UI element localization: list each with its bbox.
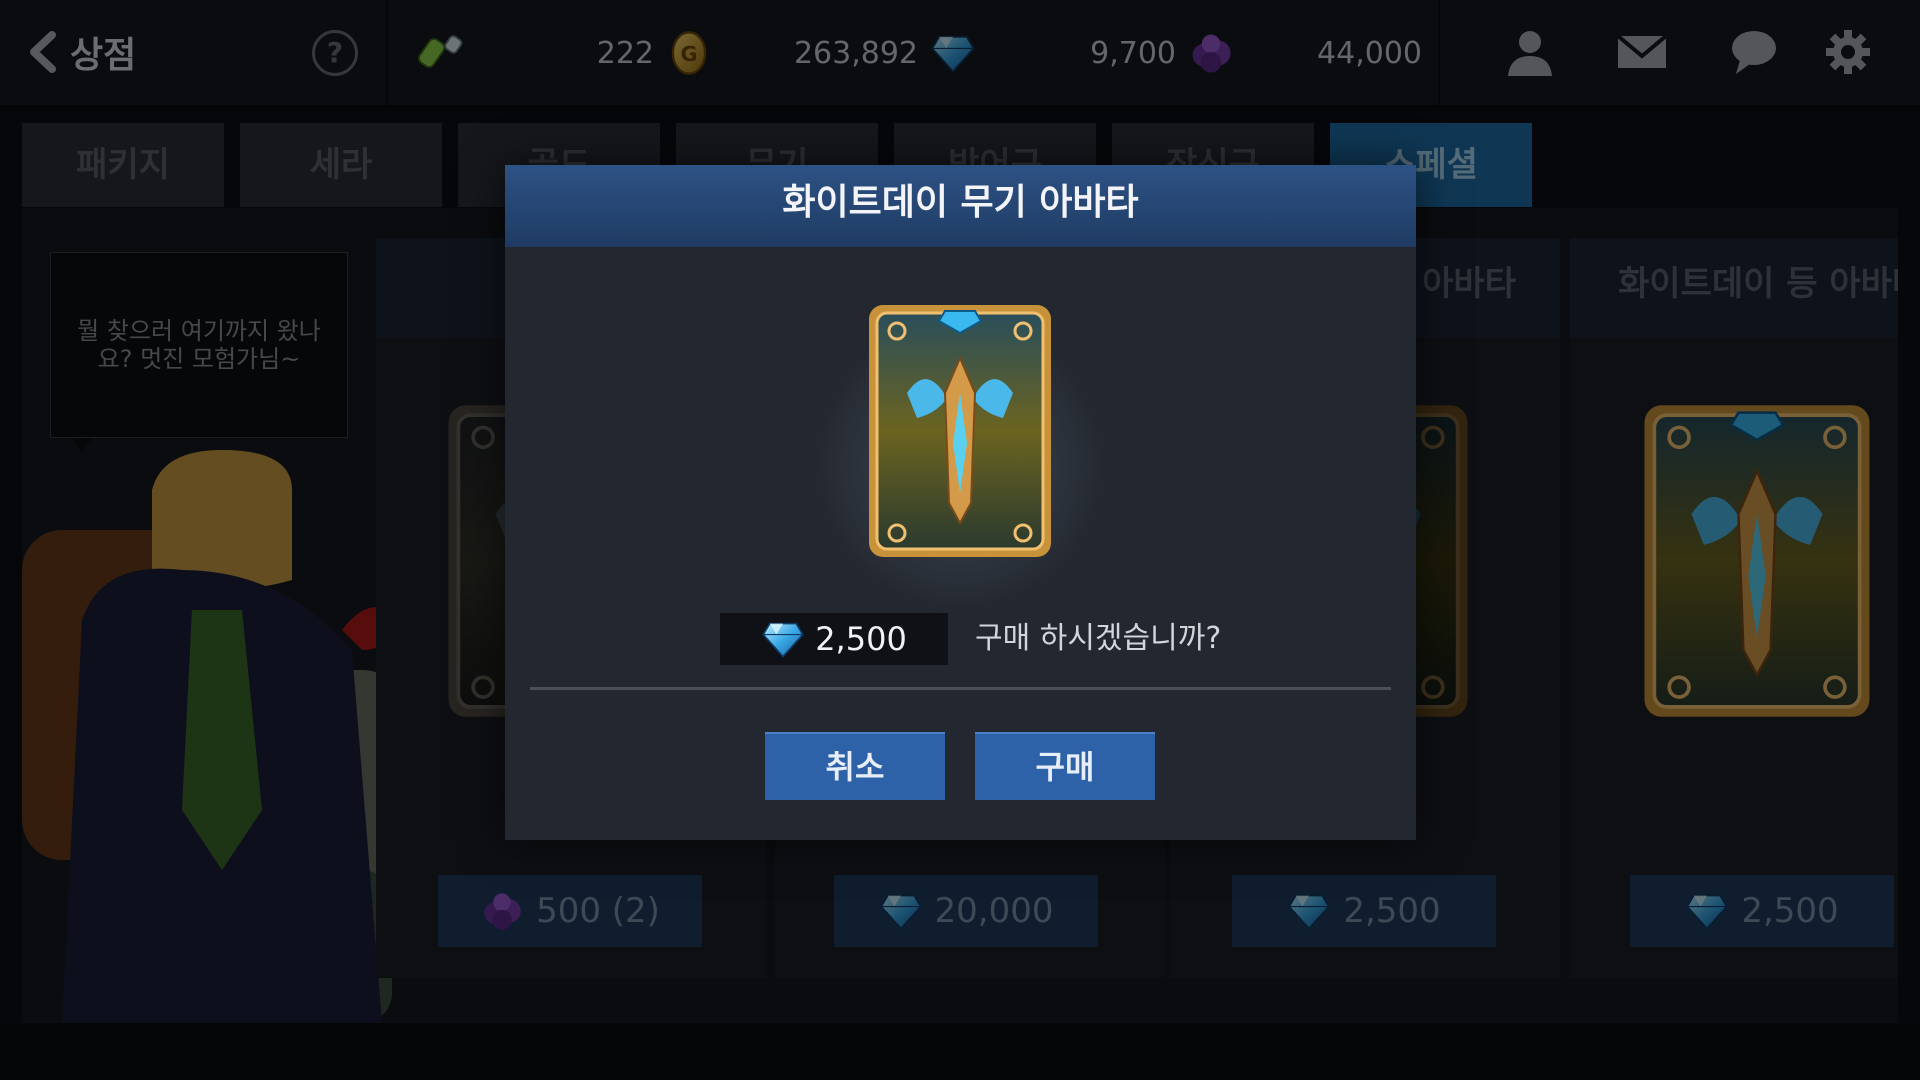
confirm-question: 구매 하시겠습니까? bbox=[975, 621, 1222, 656]
weapon-avatar-card-image bbox=[867, 303, 1053, 559]
dialog-price: 2,500 bbox=[720, 613, 948, 665]
dialog-title: 화이트데이 무기 아바타 bbox=[782, 182, 1139, 223]
dialog-header: 화이트데이 무기 아바타 bbox=[505, 165, 1416, 247]
dialog-price-value: 2,500 bbox=[815, 620, 907, 658]
cancel-button[interactable]: 취소 bbox=[765, 732, 945, 800]
purchase-dialog: 화이트데이 무기 아바타 2,500 구매 하시겠습니까? 취소 구매 bbox=[505, 165, 1416, 840]
dialog-divider bbox=[530, 687, 1391, 690]
diamond-icon bbox=[761, 617, 805, 661]
buy-button[interactable]: 구매 bbox=[975, 732, 1155, 800]
